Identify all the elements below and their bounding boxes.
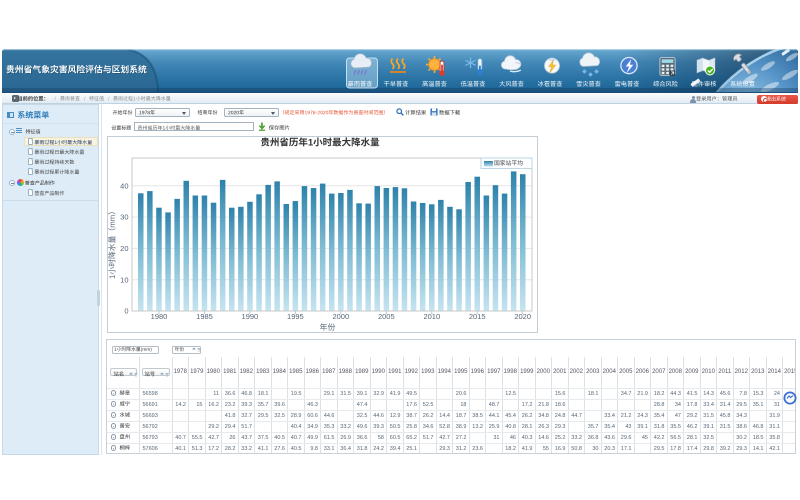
svg-text:10: 10 bbox=[120, 275, 128, 284]
svg-text:2020: 2020 bbox=[514, 312, 531, 321]
svg-text:2000: 2000 bbox=[332, 312, 349, 321]
svg-text:1990: 1990 bbox=[242, 312, 259, 321]
svg-text:1985: 1985 bbox=[196, 312, 213, 321]
svg-text:20: 20 bbox=[120, 244, 128, 253]
svg-text:2010: 2010 bbox=[423, 312, 440, 321]
svg-text:2015: 2015 bbox=[469, 312, 486, 321]
svg-text:1980: 1980 bbox=[151, 312, 168, 321]
svg-text:30: 30 bbox=[120, 213, 128, 222]
svg-text:2005: 2005 bbox=[378, 312, 395, 321]
svg-text:40: 40 bbox=[120, 181, 128, 190]
svg-text:0: 0 bbox=[124, 307, 128, 316]
svg-text:1995: 1995 bbox=[287, 312, 304, 321]
